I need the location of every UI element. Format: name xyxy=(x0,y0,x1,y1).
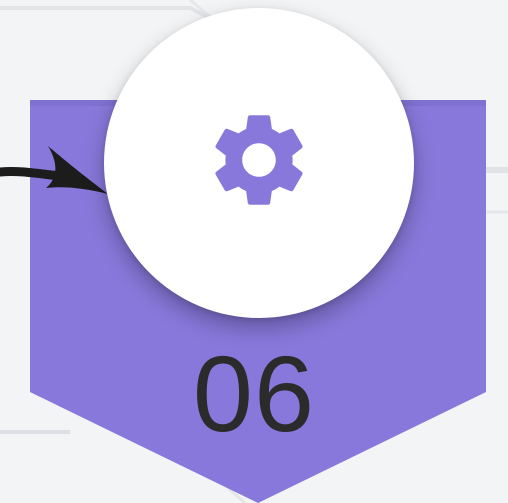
connector-arrow xyxy=(0,146,108,194)
gear-icon xyxy=(215,115,303,205)
arrow-head xyxy=(46,146,108,194)
step-number: 06 xyxy=(192,333,316,454)
icon-circle xyxy=(104,8,414,318)
diagram-canvas: 06 xyxy=(0,0,508,503)
arrow-shaft xyxy=(0,167,65,181)
